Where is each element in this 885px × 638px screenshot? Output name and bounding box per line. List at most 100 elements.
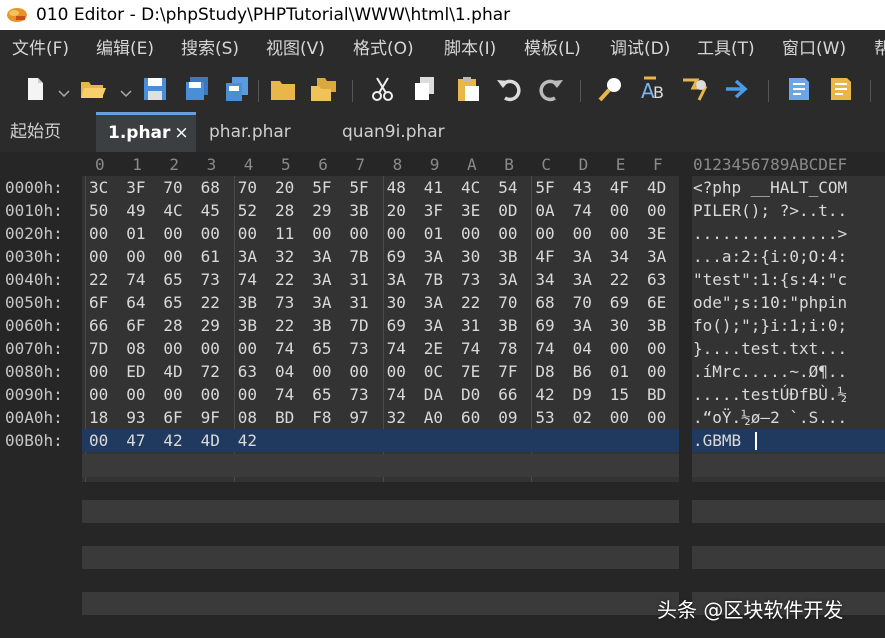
hex-byte[interactable]: 3E (461, 201, 480, 221)
hex-byte[interactable]: 00 (201, 385, 220, 405)
hex-byte[interactable]: 3F (126, 178, 145, 198)
hex-byte[interactable]: 04 (573, 339, 592, 359)
menu-tools[interactable]: 工具(T) (697, 38, 755, 60)
hex-byte[interactable]: 28 (163, 316, 182, 336)
hex-byte[interactable]: 3C (89, 178, 108, 198)
hex-byte[interactable]: 00 (89, 362, 108, 382)
hex-byte[interactable]: 09 (498, 408, 517, 428)
ascii-text[interactable]: <?php __HALT_COM (693, 178, 847, 198)
ascii-text[interactable]: }....test.txt... (693, 339, 847, 359)
redo-icon[interactable] (536, 74, 566, 104)
hex-byte[interactable]: 00 (201, 339, 220, 359)
tab-1-phar[interactable]: 1.phar × (96, 112, 196, 152)
menu-scripts[interactable]: 脚本(I) (444, 38, 496, 60)
hex-byte[interactable]: 0C (424, 362, 443, 382)
hex-byte[interactable]: 2E (424, 339, 443, 359)
arrow-right-icon[interactable] (722, 74, 752, 104)
hex-byte[interactable]: 30 (610, 316, 629, 336)
hex-byte[interactable]: 3B (498, 316, 517, 336)
find-icon[interactable] (596, 74, 626, 104)
hex-byte[interactable]: 00 (238, 385, 257, 405)
hex-byte[interactable]: D8 (535, 362, 554, 382)
ascii-text[interactable]: ...............> (693, 224, 847, 244)
hex-byte[interactable]: 7D (349, 316, 368, 336)
ascii-text[interactable]: .....testÚÐfBÙ.½ (693, 385, 847, 405)
hex-byte[interactable]: 7D (89, 339, 108, 359)
hex-byte[interactable]: 30 (387, 293, 406, 313)
hex-byte[interactable]: 63 (647, 270, 666, 290)
hex-byte[interactable]: 5F (535, 178, 554, 198)
hex-byte[interactable]: 01 (126, 224, 145, 244)
hex-byte[interactable]: 20 (387, 201, 406, 221)
hex-byte[interactable]: 28 (275, 201, 294, 221)
ascii-text[interactable]: .GBMB (693, 431, 741, 451)
hex-byte[interactable]: 00 (610, 201, 629, 221)
hex-byte[interactable]: 32 (275, 247, 294, 267)
hex-byte[interactable]: 00 (163, 224, 182, 244)
hex-byte[interactable]: 00 (312, 224, 331, 244)
hex-byte[interactable]: 48 (387, 178, 406, 198)
hex-byte[interactable]: 6E (647, 293, 666, 313)
hex-byte[interactable]: 74 (387, 339, 406, 359)
hex-byte[interactable]: 3A (387, 270, 406, 290)
hex-byte[interactable]: 52 (238, 201, 257, 221)
hex-byte[interactable]: 68 (535, 293, 554, 313)
hex-byte[interactable]: 00 (126, 385, 145, 405)
ascii-text[interactable]: .íMrc.....~.Ø¶.. (693, 362, 847, 382)
menu-format[interactable]: 格式(O) (353, 38, 414, 60)
hex-byte[interactable]: 66 (89, 316, 108, 336)
hex-byte[interactable]: 65 (312, 385, 331, 405)
hex-byte[interactable]: 47 (126, 431, 145, 451)
hex-byte[interactable]: 74 (535, 339, 554, 359)
hex-byte[interactable]: BD (647, 385, 666, 405)
hex-byte[interactable]: 41 (424, 178, 443, 198)
hex-byte[interactable]: 00 (461, 224, 480, 244)
hex-byte[interactable]: 00 (647, 201, 666, 221)
hex-byte[interactable]: 34 (610, 247, 629, 267)
hex-byte[interactable]: 7B (424, 270, 443, 290)
hex-byte[interactable]: 53 (535, 408, 554, 428)
hex-byte[interactable]: 20 (275, 178, 294, 198)
hex-byte[interactable]: B6 (573, 362, 592, 382)
hex-byte[interactable]: 3A (573, 247, 592, 267)
hex-byte[interactable]: 00 (610, 339, 629, 359)
hex-byte[interactable]: 3A (312, 293, 331, 313)
ascii-text[interactable]: ...a:2:{i:0;O:4: (693, 247, 847, 267)
hex-byte[interactable]: ED (126, 362, 145, 382)
hex-byte[interactable]: 01 (424, 224, 443, 244)
tab-start-page[interactable]: 起始页 (10, 112, 61, 152)
hex-byte[interactable]: 31 (461, 316, 480, 336)
hex-byte[interactable]: F8 (312, 408, 331, 428)
hex-byte[interactable]: 00 (387, 362, 406, 382)
hex-byte[interactable]: 7F (498, 362, 517, 382)
hex-byte[interactable]: 29 (312, 201, 331, 221)
hex-byte[interactable]: 3A (647, 247, 666, 267)
hex-byte[interactable]: 3A (238, 247, 257, 267)
hex-byte[interactable]: 6F (89, 293, 108, 313)
hex-byte[interactable]: 70 (163, 178, 182, 198)
hex-byte[interactable]: 73 (349, 385, 368, 405)
open-multiple-icon[interactable] (308, 74, 338, 104)
close-icon[interactable]: × (174, 123, 188, 143)
hex-byte[interactable]: 00 (126, 247, 145, 267)
hex-byte[interactable]: 4D (647, 178, 666, 198)
hex-byte[interactable]: 22 (201, 293, 220, 313)
hex-byte[interactable]: 00 (238, 339, 257, 359)
folder-icon[interactable] (268, 74, 298, 104)
hex-byte[interactable]: 73 (349, 339, 368, 359)
hex-byte[interactable]: 00 (610, 224, 629, 244)
hex-byte[interactable]: 00 (89, 431, 108, 451)
hex-byte[interactable]: BD (275, 408, 294, 428)
ascii-text[interactable]: "test":1:{s:4:"c (693, 270, 847, 290)
hex-byte[interactable]: 45 (201, 201, 220, 221)
hex-byte[interactable]: 3A (573, 270, 592, 290)
hex-byte[interactable]: 3A (424, 316, 443, 336)
hex-byte[interactable]: 65 (312, 339, 331, 359)
save-icon[interactable] (140, 74, 170, 104)
hex-byte[interactable]: 54 (498, 178, 517, 198)
hex-byte[interactable]: 00 (312, 362, 331, 382)
hex-byte[interactable]: 08 (126, 339, 145, 359)
hex-byte[interactable]: 00 (498, 224, 517, 244)
hex-byte[interactable]: 50 (89, 201, 108, 221)
hex-byte[interactable]: 69 (535, 316, 554, 336)
